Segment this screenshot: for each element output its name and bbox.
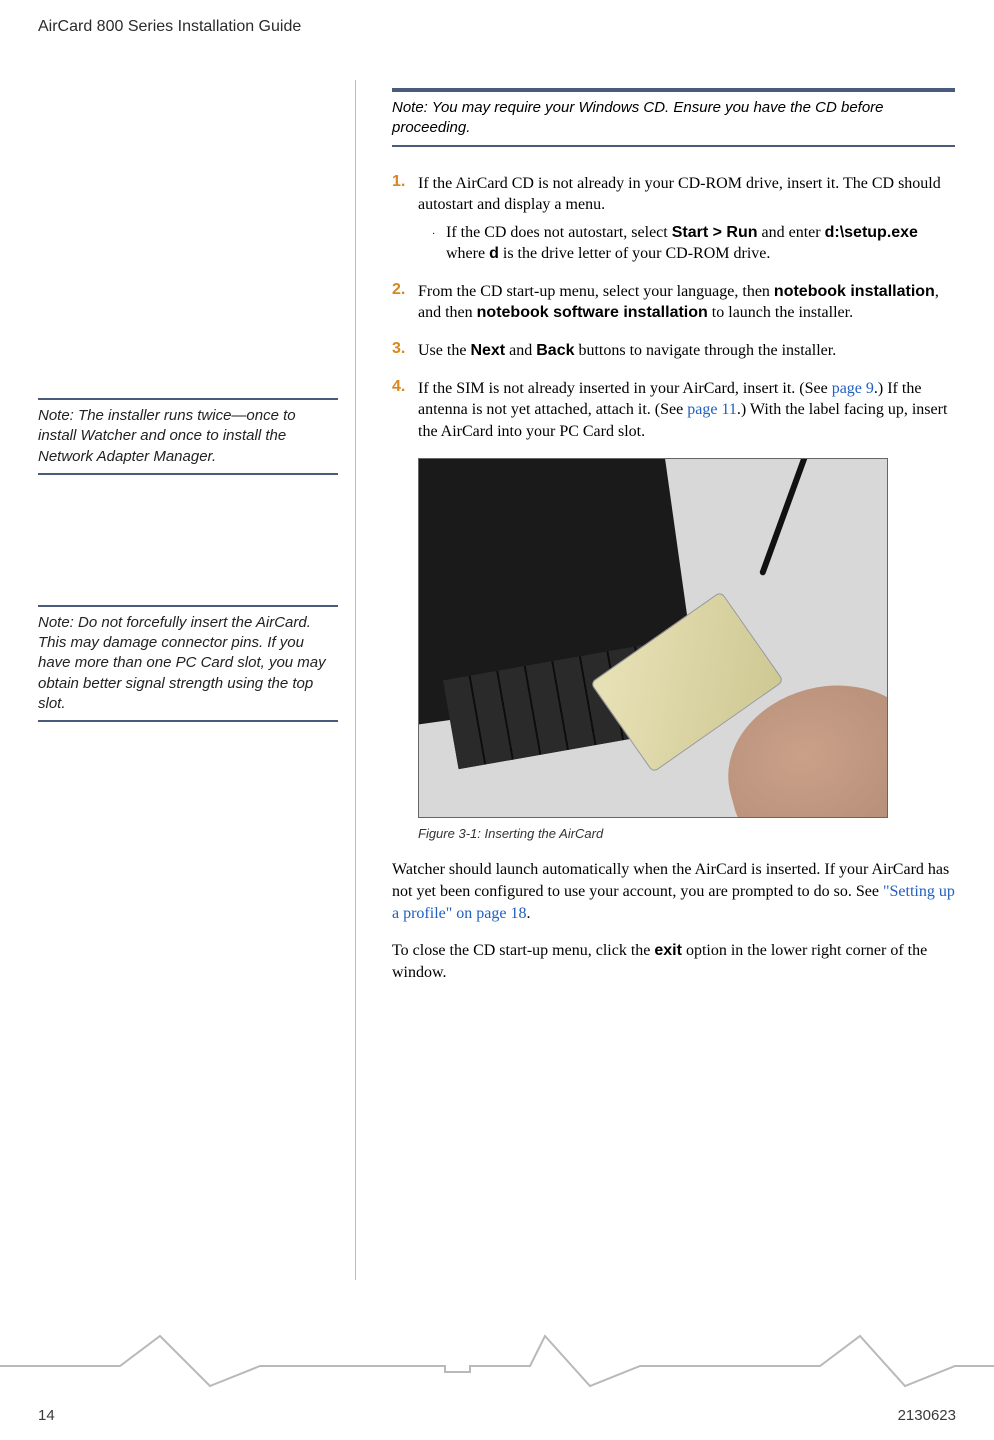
- sub-bullet: · If the CD does not autostart, select S…: [432, 222, 955, 265]
- note-text: Do not forcefully insert the AirCard. Th…: [38, 614, 326, 712]
- step-text: to launch the installer.: [708, 304, 853, 321]
- step-3: 3. Use the Next and Back buttons to navi…: [360, 340, 955, 362]
- step-4: 4. If the SIM is not already inserted in…: [360, 378, 955, 443]
- page-number: 14: [38, 1407, 55, 1424]
- exit-option-label: exit: [654, 942, 682, 959]
- menu-notebook-software-installation: notebook software installation: [477, 304, 708, 321]
- step-body: Use the Next and Back buttons to navigat…: [418, 340, 955, 362]
- step-text: From the CD start-up menu, select your l…: [418, 283, 774, 300]
- step-text: If the SIM is not already inserted in yo…: [418, 380, 832, 397]
- step-body: From the CD start-up menu, select your l…: [418, 281, 955, 324]
- top-note-box: Note: You may require your Windows CD. E…: [392, 88, 955, 147]
- cmd-start-run: Start > Run: [672, 224, 758, 241]
- button-back-label: Back: [536, 342, 574, 359]
- para-text: .: [526, 905, 530, 922]
- paragraph-watcher-launch: Watcher should launch automatically when…: [392, 859, 955, 924]
- button-next-label: Next: [470, 342, 505, 359]
- figure-image-inserting-aircard: [418, 458, 888, 818]
- step-text: Use the: [418, 342, 470, 359]
- link-page-9[interactable]: page 9: [832, 380, 874, 397]
- step-body: If the SIM is not already inserted in yo…: [418, 378, 955, 443]
- sub-text: where: [446, 245, 489, 262]
- step-number: 2.: [392, 281, 418, 324]
- note-label: Note:: [38, 407, 74, 424]
- figure-caption: Figure 3-1: Inserting the AirCard: [418, 826, 955, 841]
- step-text: buttons to navigate through the installe…: [574, 342, 836, 359]
- column-divider: [355, 80, 356, 1280]
- step-1: 1. If the AirCard CD is not already in y…: [360, 173, 955, 265]
- step-number: 4.: [392, 378, 418, 443]
- note-label: Note:: [392, 99, 428, 116]
- para-text: Watcher should launch automatically when…: [392, 861, 949, 900]
- sub-text: is the drive letter of your CD-ROM drive…: [499, 245, 771, 262]
- para-text: To close the CD start-up menu, click the: [392, 942, 654, 959]
- step-number: 3.: [392, 340, 418, 362]
- note-label: Note:: [38, 614, 74, 631]
- link-page-11[interactable]: page 11: [687, 401, 737, 418]
- step-body: If the AirCard CD is not already in your…: [418, 173, 955, 265]
- side-note-insertion: Note: Do not forcefully insert the AirCa…: [38, 605, 338, 722]
- step-2: 2. From the CD start-up menu, select you…: [360, 281, 955, 324]
- cmd-setup-exe: d:\setup.exe: [825, 224, 918, 241]
- step-text: and: [505, 342, 536, 359]
- step-number: 1.: [392, 173, 418, 265]
- bullet-icon: ·: [432, 222, 446, 265]
- footer-waveform-icon: [0, 1326, 994, 1396]
- figure-3-1: [418, 458, 955, 818]
- paragraph-close-menu: To close the CD start-up menu, click the…: [392, 940, 955, 983]
- menu-notebook-installation: notebook installation: [774, 283, 935, 300]
- running-header: AirCard 800 Series Installation Guide: [38, 18, 301, 36]
- step-text: If the AirCard CD is not already in your…: [418, 175, 941, 214]
- sub-text: and enter: [758, 224, 825, 241]
- side-note-installer: Note: The installer runs twice—once to i…: [38, 398, 338, 475]
- note-text: The installer runs twice—once to install…: [38, 407, 296, 465]
- cmd-drive-letter: d: [489, 245, 499, 262]
- note-text: You may require your Windows CD. Ensure …: [392, 99, 884, 136]
- document-number: 2130623: [898, 1407, 956, 1424]
- sub-text: If the CD does not autostart, select: [446, 224, 672, 241]
